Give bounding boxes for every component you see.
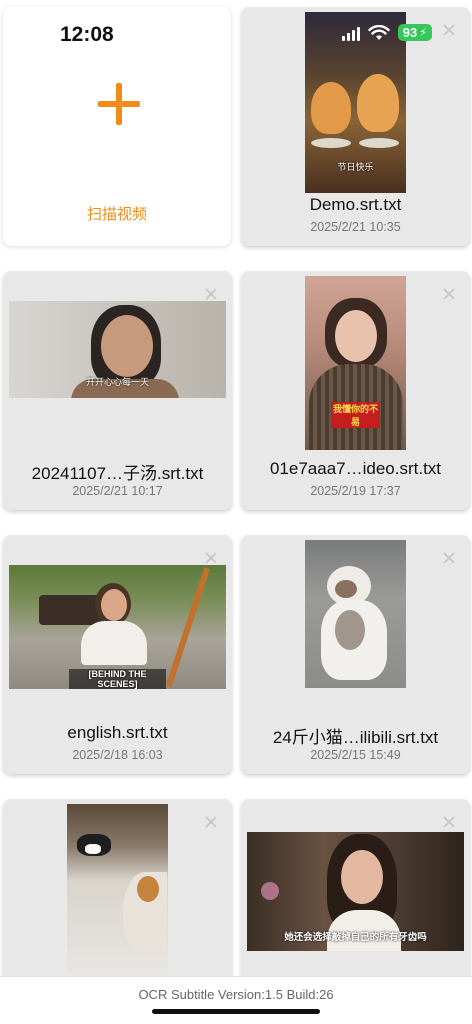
file-date: 2025/2/15 15:49 (310, 748, 401, 762)
wifi-icon (368, 24, 390, 40)
delete-icon[interactable] (204, 815, 218, 829)
file-name: 20241107…子汤.srt.txt (31, 464, 204, 483)
charging-bolt-icon: ⚡ (419, 27, 427, 39)
delete-icon[interactable] (442, 287, 456, 301)
plus-icon (98, 83, 140, 125)
video-card[interactable]: [BEHIND THE SCENES] english.srt.txt 2025… (3, 535, 232, 774)
status-time: 12:08 (60, 23, 114, 46)
video-thumbnail: [BEHIND THE SCENES] (9, 565, 226, 689)
thumbnail-subtitle: 节日快乐 (337, 162, 374, 172)
home-indicator[interactable] (152, 1009, 320, 1014)
scan-video-card[interactable]: 扫描视频 (3, 7, 231, 246)
delete-icon[interactable] (442, 23, 456, 37)
video-thumbnail: 我懂你的不易 (305, 276, 406, 450)
battery-level: 93 (402, 25, 418, 40)
status-indicators: 93 ⚡ (341, 24, 432, 41)
video-card[interactable]: 我懂你的不易 01e7aaa7…ideo.srt.txt 2025/2/19 1… (241, 271, 470, 510)
video-thumbnail (67, 804, 168, 974)
file-date: 2025/2/19 17:37 (310, 484, 401, 498)
battery-indicator: 93 ⚡ (397, 24, 432, 41)
file-date: 2025/2/21 10:17 (72, 484, 163, 498)
video-thumbnail (305, 540, 406, 688)
file-date: 2025/2/18 16:03 (72, 748, 163, 762)
file-name: english.srt.txt (67, 723, 168, 742)
scan-video-label: 扫描视频 (86, 206, 147, 223)
cellular-signal-icon (341, 25, 360, 41)
thumbnail-subtitle: 她还会选择敲掉自己的所有牙齿吗 (284, 932, 427, 943)
video-thumbnail: 开开心心每一天 (9, 301, 226, 398)
delete-icon[interactable] (442, 815, 456, 829)
file-name: 24斤小猫…ilibili.srt.txt (272, 728, 439, 747)
file-name: Demo.srt.txt (309, 195, 402, 214)
thumbnail-subtitle: 我懂你的不易 (331, 402, 380, 428)
thumbnail-subtitle: 开开心心每一天 (85, 377, 149, 387)
video-card[interactable]: 节日快乐 Demo.srt.txt 2025/2/21 10:35 (241, 7, 470, 246)
file-date: 2025/2/21 10:35 (310, 220, 401, 234)
file-name: 01e7aaa7…ideo.srt.txt (269, 459, 442, 478)
thumbnail-subtitle: [BEHIND THE SCENES] (69, 669, 166, 689)
delete-icon[interactable] (442, 551, 456, 565)
version-label: OCR Subtitle Version:1.5 Build:26 (138, 987, 334, 1002)
app-screen: 12:08 93 ⚡ 扫描视频 节日快乐 Demo.srt.txt 2025/2… (0, 0, 472, 1024)
delete-icon[interactable] (204, 287, 218, 301)
video-card[interactable]: 24斤小猫…ilibili.srt.txt 2025/2/15 15:49 (241, 535, 470, 774)
footer-bar: OCR Subtitle Version:1.5 Build:26 (0, 976, 472, 1024)
delete-icon[interactable] (204, 551, 218, 565)
video-thumbnail: 她还会选择敲掉自己的所有牙齿吗 (247, 832, 464, 951)
video-card[interactable]: 开开心心每一天 20241107…子汤.srt.txt 2025/2/21 10… (3, 271, 232, 510)
